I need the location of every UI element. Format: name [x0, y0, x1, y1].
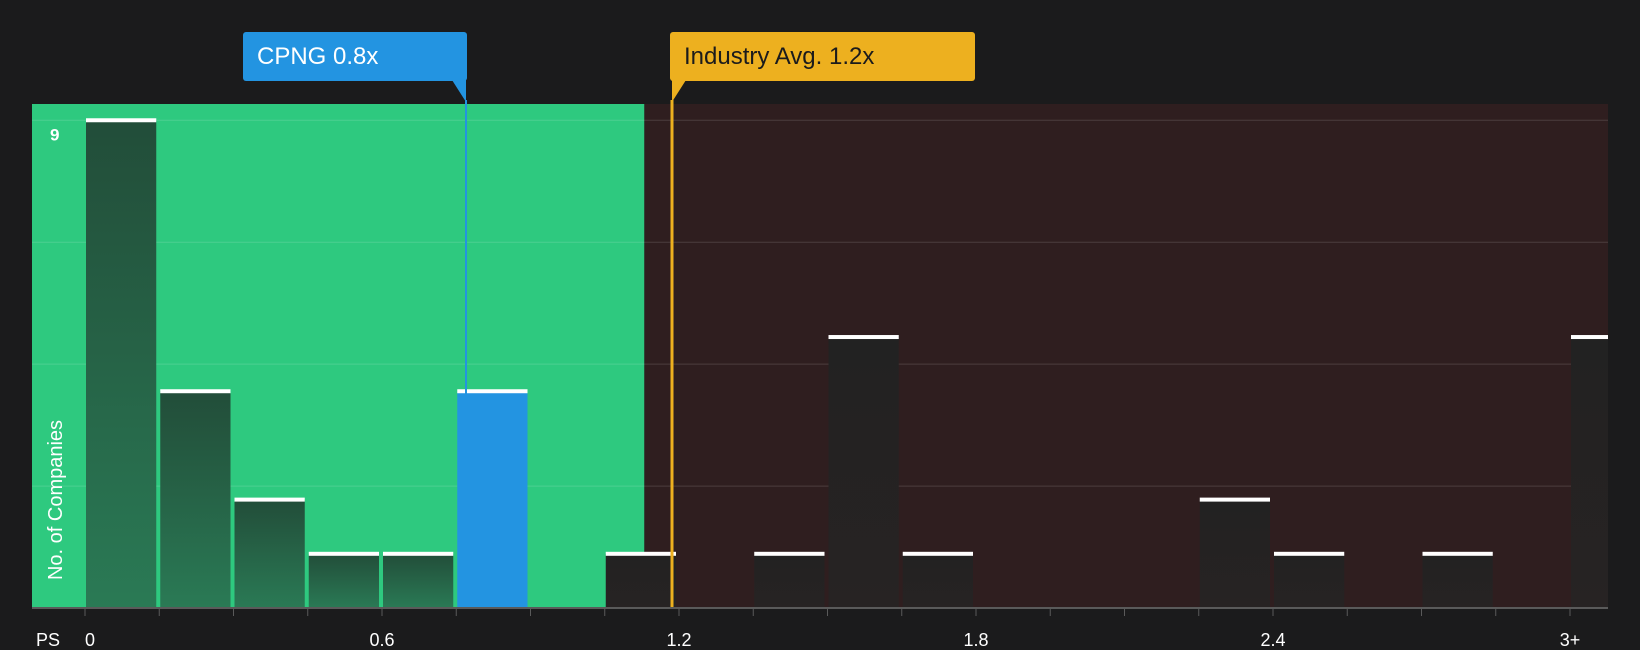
- x-tick-label: 0: [85, 630, 95, 650]
- x-tick-label: 1.8: [963, 630, 988, 650]
- histogram-bar-cap: [457, 389, 528, 394]
- histogram-bar-cap: [86, 118, 157, 123]
- histogram-bar-company: [457, 391, 528, 608]
- histogram-bar: [1422, 553, 1493, 608]
- histogram-bar: [86, 120, 157, 609]
- histogram-bar-cap: [605, 551, 676, 556]
- x-tick-label: 2.4: [1260, 630, 1285, 650]
- industry-average-callout: Industry Avg. 1.2x: [670, 32, 975, 81]
- histogram-bar: [754, 553, 825, 608]
- ps-histogram-chart: PS 0 0.6 1.2 1.8 2.4 3+ 9 No. of Companies: [32, 100, 1608, 650]
- histogram-bar-cap: [234, 497, 305, 502]
- histogram-bar: [605, 553, 676, 608]
- histogram-bar: [234, 499, 305, 608]
- histogram-bar-cap: [828, 335, 899, 340]
- histogram-bar: [1571, 337, 1608, 608]
- x-tick-label: 1.2: [666, 630, 691, 650]
- histogram-bar: [160, 391, 231, 608]
- histogram-bar-cap: [1274, 551, 1345, 556]
- histogram-bar-cap: [902, 551, 973, 556]
- x-tick-label: 0.6: [369, 630, 394, 650]
- histogram-bar-cap: [160, 389, 231, 394]
- histogram-bar-cap: [1571, 335, 1608, 340]
- company-callout-pointer: [452, 80, 466, 102]
- histogram-bar: [1274, 553, 1345, 608]
- histogram-bar-cap: [383, 551, 454, 556]
- x-axis-title: PS: [36, 630, 60, 650]
- histogram-bar-cap: [308, 551, 379, 556]
- histogram-bar: [383, 553, 454, 608]
- company-ps-callout: CPNG 0.8x: [243, 32, 467, 81]
- y-axis-title: No. of Companies: [45, 420, 67, 580]
- x-tick-label: 3+: [1560, 630, 1581, 650]
- industry-callout-pointer: [672, 80, 686, 102]
- histogram-bar: [828, 337, 899, 608]
- y-tick-label: 9: [50, 125, 59, 144]
- histogram-bar: [308, 553, 379, 608]
- overvalued-region: [644, 104, 1608, 608]
- histogram-bar-cap: [1422, 551, 1493, 556]
- histogram-bar: [902, 553, 973, 608]
- histogram-bar-cap: [1199, 497, 1270, 502]
- histogram-bar: [1199, 499, 1270, 608]
- histogram-bar-cap: [754, 551, 825, 556]
